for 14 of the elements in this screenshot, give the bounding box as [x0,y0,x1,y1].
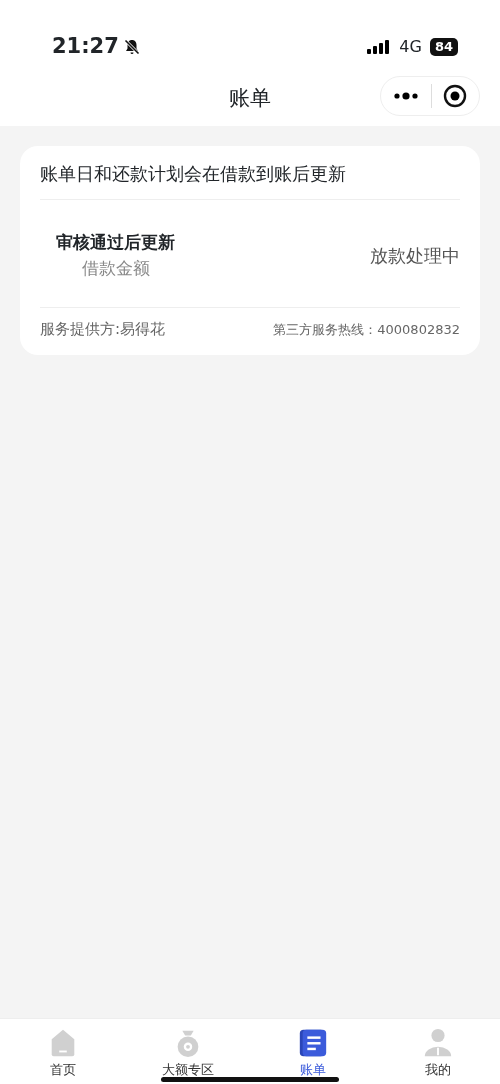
network-label: 4G [399,36,422,58]
signal-icon [367,39,392,55]
hotline-text: 第三方服务热线：4000802832 [273,320,460,339]
provider-text: 服务提供方:易得花 [40,319,166,340]
battery-indicator: 84 [429,38,458,56]
muted-bell-icon [122,38,141,56]
amount-value: 审核通过后更新 [56,231,175,254]
page-title: 账单 [229,85,271,113]
status-time: 21:27 [52,33,119,61]
tab-item[interactable]: 我的 [375,1019,500,1084]
status-text: 放款处理中 [370,244,460,268]
notice-text: 账单日和还款计划会在借款到账后更新 [40,158,460,200]
tab-item[interactable]: 首页 [0,1019,125,1084]
amount-label: 借款金额 [80,256,151,280]
